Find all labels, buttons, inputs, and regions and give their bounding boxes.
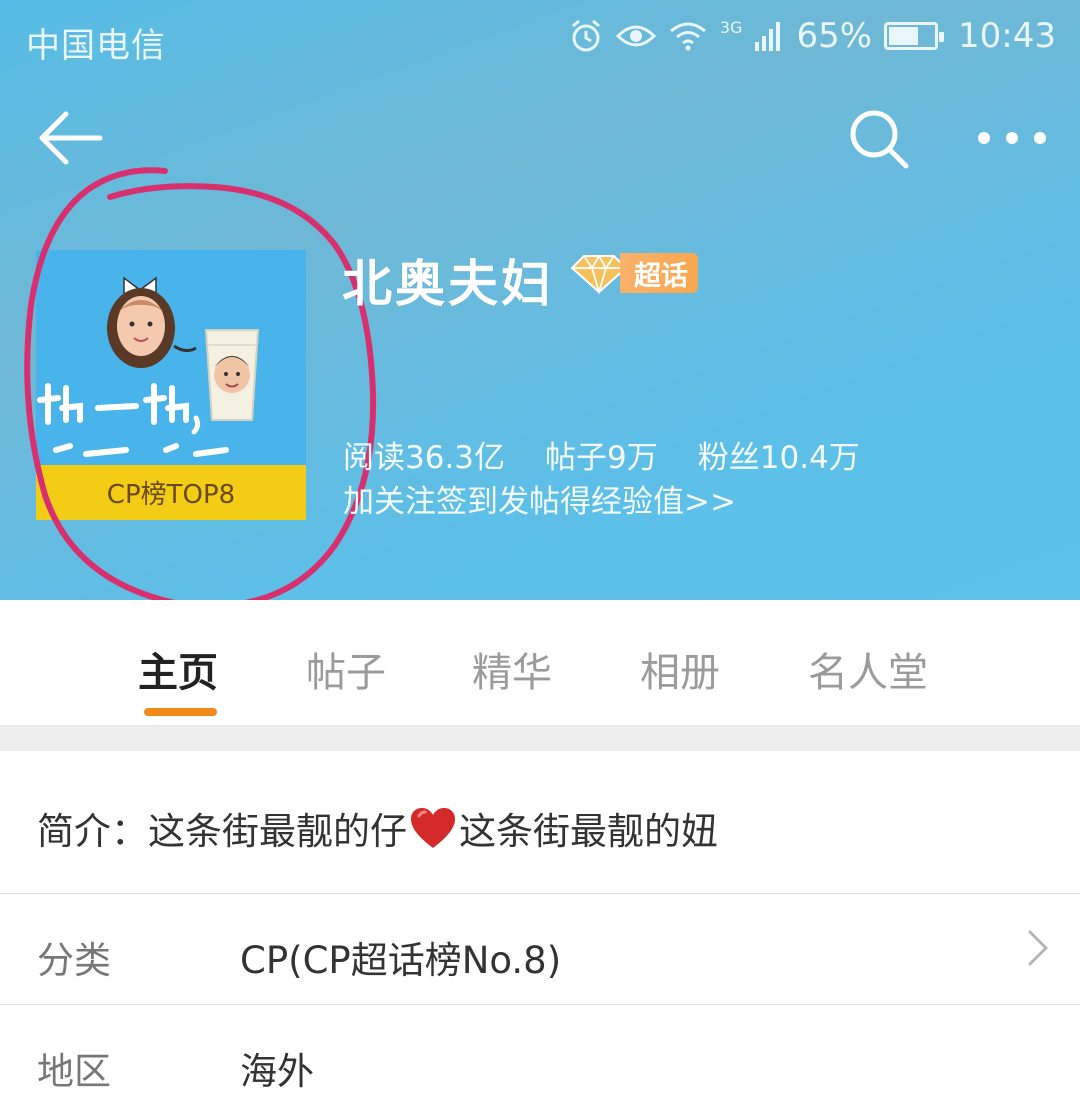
network-type: 3G <box>719 18 743 37</box>
category-value: CP(CP超话榜No.8) <box>240 939 562 982</box>
topic-stats: 阅读36.3亿 帖子9万 粉丝10.4万 <box>343 432 860 477</box>
more-dots-icon[interactable] <box>972 114 1052 162</box>
search-icon[interactable] <box>846 106 912 172</box>
heart-icon <box>411 808 455 848</box>
region-row: 地区 海外 <box>0 1005 1080 1102</box>
category-row[interactable]: 分类 CP(CP超话榜No.8) <box>0 894 1080 1005</box>
intro-text-before: 这条街最靓的仔 <box>148 810 407 853</box>
alarm-icon <box>571 19 600 52</box>
intro-text-after: 这条街最靓的妞 <box>459 810 718 853</box>
wifi-icon <box>669 22 706 51</box>
tab-hall-of-fame[interactable]: 名人堂 <box>808 640 928 698</box>
battery-percent: 65% <box>796 16 873 56</box>
posts-count: 帖子9万 <box>545 440 658 476</box>
region-value: 海外 <box>240 1050 314 1093</box>
status-icons: 3G 65% 10:43 <box>568 16 1056 56</box>
tab-album[interactable]: 相册 <box>640 640 720 698</box>
fans-count: 粉丝10.4万 <box>697 440 860 476</box>
active-tab-indicator <box>144 708 217 716</box>
intro-row: 简介： 这条街最靓的仔 这条街最靓的妞 <box>0 751 1080 894</box>
region-label: 地区 <box>37 1050 111 1093</box>
chevron-right-icon <box>1028 930 1048 966</box>
tab-posts[interactable]: 帖子 <box>306 640 386 698</box>
clock: 10:43 <box>958 16 1056 56</box>
signal-icon <box>755 22 781 51</box>
section-divider <box>0 725 1080 751</box>
topic-title: 北奥夫妇 <box>342 255 554 313</box>
intro-text: 简介： 这条街最靓的仔 这条街最靓的妞 <box>37 801 718 855</box>
carrier-label: 中国电信 <box>26 26 166 66</box>
topic-header: 中国电信 3G 65% 10:43 CP榜TOP8 北奥夫妇 超话 阅读36.3… <box>0 0 1080 600</box>
reads-count: 阅读36.3亿 <box>343 440 506 476</box>
avatar-illustration <box>36 250 306 465</box>
topic-avatar[interactable]: CP榜TOP8 <box>36 250 306 520</box>
back-arrow-icon[interactable] <box>36 106 106 170</box>
rank-label: CP榜TOP8 <box>36 465 306 520</box>
intro-label: 简介： <box>37 810 148 853</box>
follow-hint-link[interactable]: 加关注签到发帖得经验值>> <box>343 476 736 521</box>
battery-icon <box>884 22 945 50</box>
eye-icon <box>615 25 656 47</box>
status-bar: 中国电信 3G 65% 10:43 <box>0 0 1080 76</box>
tab-bar: 主页 帖子 精华 相册 名人堂 <box>0 600 1080 725</box>
super-topic-badge: 超话 <box>620 253 698 293</box>
category-label: 分类 <box>37 939 111 982</box>
tab-home[interactable]: 主页 <box>138 640 218 698</box>
tab-featured[interactable]: 精华 <box>472 640 552 698</box>
